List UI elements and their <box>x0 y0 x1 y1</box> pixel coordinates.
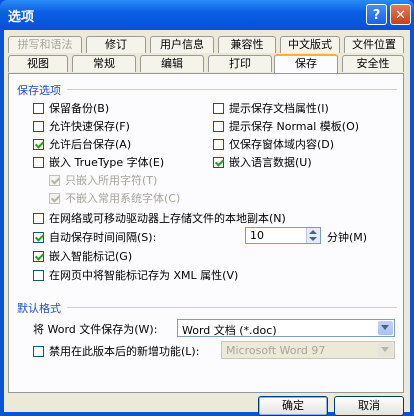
tab-file-locations[interactable]: 文件位置 <box>344 36 404 53</box>
save-as-dropdown-button[interactable] <box>378 321 393 335</box>
dialog-body: 拼写和语法 修订 用户信息 兼容性 中文版式 文件位置 视图 常规 编辑 打印 … <box>4 30 410 416</box>
prompt-doc-properties-label: 提示保存文档属性(I) <box>229 102 329 115</box>
prompt-doc-properties-box[interactable] <box>213 102 224 114</box>
spinner-buttons[interactable] <box>306 228 320 243</box>
save-as-dropdown[interactable]: Word 文档 (*.doc) <box>177 319 395 337</box>
save-options-heading: 保存选项 <box>17 84 61 97</box>
no-common-fonts-checkbox[interactable]: 不嵌入常用系统字体(C) <box>49 190 180 206</box>
window-title: 选项 <box>8 10 35 25</box>
tab-track-changes[interactable]: 修订 <box>86 36 146 53</box>
save-tab-panel: 保存选项 保留备份(B) 允许快速保存(F) 允许后台保存(A) 嵌入 True… <box>8 73 404 393</box>
save-options-divider <box>67 89 397 90</box>
prompt-doc-properties-checkbox[interactable]: 提示保存文档属性(I) <box>213 100 329 116</box>
cancel-button[interactable]: 取消 <box>334 396 404 416</box>
save-form-data-label: 仅保存窗体域内容(D) <box>229 138 335 151</box>
background-save-label: 允许后台保存(A) <box>49 138 132 151</box>
prompt-normal-template-box[interactable] <box>213 120 224 132</box>
minutes-label: 分钟(M) <box>327 231 368 244</box>
chevron-down-icon <box>381 347 389 352</box>
tab-security[interactable]: 安全性 <box>342 55 404 72</box>
embed-truetype-label: 嵌入 TrueType 字体(E) <box>49 156 165 169</box>
prompt-normal-template-label: 提示保存 Normal 模板(O) <box>229 120 360 133</box>
embed-language-data-label: 嵌入语言数据(U) <box>229 156 312 169</box>
spin-up-icon[interactable] <box>309 230 317 234</box>
autosave-box[interactable] <box>33 231 44 243</box>
tab-asian-typography[interactable]: 中文版式 <box>280 36 340 53</box>
fast-save-label: 允许快速保存(F) <box>49 120 130 133</box>
embed-smart-tags-label: 嵌入智能标记(G) <box>49 250 133 263</box>
save-as-value: Word 文档 (*.doc) <box>182 324 277 337</box>
chevron-down-icon <box>381 325 389 330</box>
close-icon: ✕ <box>395 8 406 23</box>
tab-compatibility[interactable]: 兼容性 <box>218 36 276 53</box>
embed-used-chars-checkbox[interactable]: 只嵌入所用字符(T) <box>49 172 157 188</box>
autosave-label: 自动保存时间间隔(S): <box>49 231 157 244</box>
autosave-checkbox[interactable]: 自动保存时间间隔(S): <box>33 229 156 245</box>
embed-used-chars-label: 只嵌入所用字符(T) <box>65 174 158 187</box>
embed-truetype-checkbox[interactable]: 嵌入 TrueType 字体(E) <box>33 154 164 170</box>
disable-features-box[interactable] <box>33 345 44 357</box>
tab-spelling-grammar[interactable]: 拼写和语法 <box>8 36 82 53</box>
close-button[interactable]: ✕ <box>390 4 411 25</box>
help-icon: ? <box>372 8 381 23</box>
save-form-data-box[interactable] <box>213 138 224 150</box>
local-copy-checkbox[interactable]: 在网络或可移动驱动器上存储文件的本地副本(N) <box>33 210 286 226</box>
embed-language-data-box[interactable] <box>213 156 224 168</box>
autosave-minutes-spinner[interactable]: 10 <box>245 227 321 244</box>
prompt-normal-template-checkbox[interactable]: 提示保存 Normal 模板(O) <box>213 118 359 134</box>
autosave-minutes-value[interactable]: 10 <box>250 229 264 242</box>
no-common-fonts-label: 不嵌入常用系统字体(C) <box>65 192 181 205</box>
disable-features-value: Microsoft Word 97 <box>226 344 326 357</box>
embed-language-data-checkbox[interactable]: 嵌入语言数据(U) <box>213 154 312 170</box>
ok-button[interactable]: 确定 <box>258 396 328 416</box>
tab-print[interactable]: 打印 <box>208 55 272 72</box>
tab-general[interactable]: 常规 <box>72 55 136 72</box>
tab-user-info[interactable]: 用户信息 <box>150 36 214 53</box>
disable-features-label: 禁用在此版本后的新增功能(L): <box>49 345 200 358</box>
disable-features-checkbox[interactable]: 禁用在此版本后的新增功能(L): <box>33 343 199 359</box>
background-save-box[interactable] <box>33 138 44 150</box>
embed-truetype-box[interactable] <box>33 156 44 168</box>
tab-edit[interactable]: 编辑 <box>140 55 204 72</box>
embed-smart-tags-checkbox[interactable]: 嵌入智能标记(G) <box>33 248 132 264</box>
save-as-label: 将 Word 文件保存为(W): <box>33 323 158 336</box>
smart-tags-xml-box[interactable] <box>33 269 44 281</box>
tab-view[interactable]: 视图 <box>8 55 68 72</box>
tab-save[interactable]: 保存 <box>274 54 338 73</box>
disable-features-dropdown[interactable]: Microsoft Word 97 <box>221 341 395 359</box>
no-common-fonts-box[interactable] <box>49 192 60 204</box>
background-save-checkbox[interactable]: 允许后台保存(A) <box>33 136 131 152</box>
smart-tags-xml-label: 在网页中将智能标记存为 XML 属性(V) <box>49 269 239 282</box>
keep-backup-box[interactable] <box>33 102 44 114</box>
fast-save-box[interactable] <box>33 120 44 132</box>
spin-down-icon[interactable] <box>309 237 317 241</box>
help-button[interactable]: ? <box>366 4 387 25</box>
fast-save-checkbox[interactable]: 允许快速保存(F) <box>33 118 130 134</box>
keep-backup-checkbox[interactable]: 保留备份(B) <box>33 100 109 116</box>
default-format-divider <box>67 307 397 308</box>
default-format-heading: 默认格式 <box>17 302 61 315</box>
local-copy-label: 在网络或可移动驱动器上存储文件的本地副本(N) <box>49 212 286 225</box>
local-copy-box[interactable] <box>33 212 44 224</box>
embed-smart-tags-box[interactable] <box>33 250 44 262</box>
embed-used-chars-box[interactable] <box>49 174 60 186</box>
save-form-data-checkbox[interactable]: 仅保存窗体域内容(D) <box>213 136 334 152</box>
disable-features-dropdown-button[interactable] <box>378 343 393 357</box>
keep-backup-label: 保留备份(B) <box>49 102 110 115</box>
title-bar: 选项 ? ✕ <box>0 0 414 30</box>
smart-tags-xml-checkbox[interactable]: 在网页中将智能标记存为 XML 属性(V) <box>33 267 238 283</box>
